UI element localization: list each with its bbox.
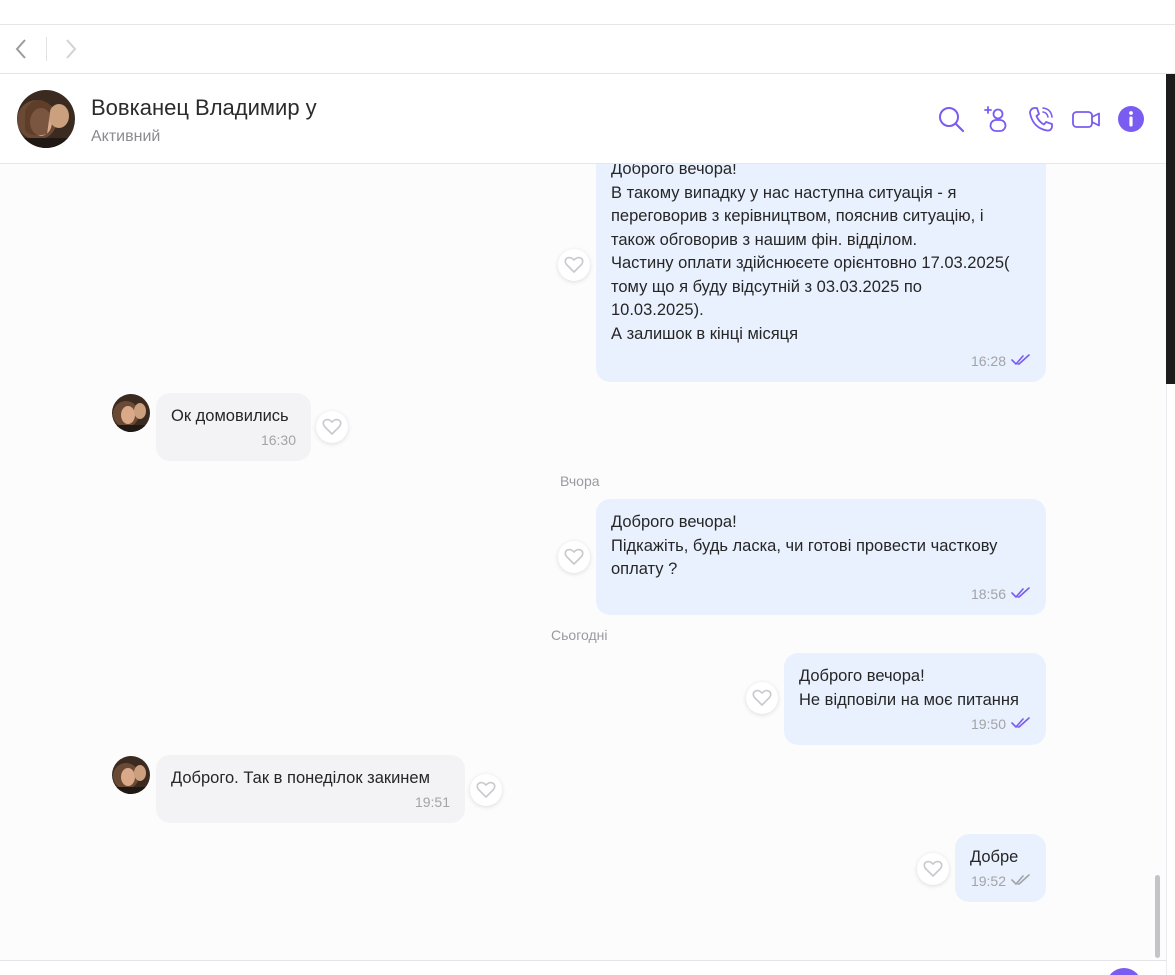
info-icon[interactable]	[1116, 104, 1146, 134]
like-heart-icon[interactable]	[746, 682, 778, 714]
forward-arrow-icon[interactable]	[60, 37, 82, 61]
contact-name[interactable]: Вовканец Владимир у	[91, 95, 317, 121]
message-meta: 18:56	[971, 583, 1031, 607]
message-meta: 19:52	[971, 870, 1031, 894]
read-ticks-icon	[1011, 350, 1031, 374]
nav-divider	[46, 37, 47, 61]
message-time: 19:52	[970, 872, 1006, 889]
chat-header: Вовканец Владимир у Активний	[0, 74, 1166, 164]
date-separator: Сьогодні	[551, 627, 608, 643]
like-heart-icon[interactable]	[917, 853, 949, 885]
like-heart-icon[interactable]	[316, 411, 348, 443]
video-call-icon[interactable]	[1071, 104, 1101, 134]
window-top-strip	[0, 0, 1175, 25]
read-ticks-icon	[1011, 583, 1031, 607]
composer-bar-edge	[0, 960, 1166, 975]
message-meta: 16:28	[971, 350, 1031, 374]
message-meta: 19:51	[415, 791, 450, 815]
add-participant-icon[interactable]	[981, 104, 1011, 134]
search-icon[interactable]	[936, 104, 966, 134]
call-icon[interactable]	[1026, 104, 1056, 134]
window-edge	[1166, 74, 1175, 384]
message-time: 19:51	[414, 793, 450, 810]
read-ticks-icon	[1011, 713, 1031, 737]
delivered-ticks-icon	[1011, 870, 1031, 894]
message-list[interactable]: Доброго вечора! В такому випадку у нас н…	[0, 164, 1160, 960]
back-arrow-icon[interactable]	[10, 37, 32, 61]
sender-avatar[interactable]	[112, 394, 150, 432]
message-bubble-incoming[interactable]: Доброго. Так в понеділок закинем 19:51	[156, 755, 465, 823]
message-time: 16:30	[260, 431, 296, 448]
contact-avatar[interactable]	[17, 90, 75, 148]
message-bubble-incoming[interactable]: Ок домовились 16:30	[156, 393, 311, 461]
message-meta: 19:50	[971, 713, 1031, 737]
message-bubble-outgoing[interactable]: Доброго вечора! Підкажіть, будь ласка, ч…	[596, 499, 1046, 615]
like-heart-icon[interactable]	[470, 774, 502, 806]
like-heart-icon[interactable]	[558, 249, 590, 281]
like-heart-icon[interactable]	[558, 541, 590, 573]
message-meta: 16:30	[261, 429, 296, 453]
message-bubble-outgoing[interactable]: Доброго вечора! В такому випадку у нас н…	[596, 164, 1046, 382]
message-text: Доброго. Так в понеділок закинем	[171, 769, 430, 787]
contact-status: Активний	[91, 128, 161, 145]
message-text: Доброго вечора! Не відповіли на моє пита…	[799, 667, 1019, 709]
message-text: Ок домовились	[171, 407, 289, 425]
side-panel-edge	[1166, 384, 1175, 975]
message-bubble-outgoing[interactable]: Доброго вечора! Не відповіли на моє пита…	[784, 653, 1046, 745]
chat-scrollbar[interactable]	[1155, 875, 1160, 958]
message-text: Доброго вечора! Підкажіть, будь ласка, ч…	[611, 513, 998, 578]
message-bubble-outgoing[interactable]: Добре 19:52	[955, 834, 1046, 902]
message-text: Добре	[970, 848, 1019, 866]
message-text: Доброго вечора! В такому випадку у нас н…	[611, 164, 1010, 343]
message-time: 19:50	[970, 715, 1006, 732]
sender-avatar[interactable]	[112, 756, 150, 794]
navigation-bar	[0, 25, 1175, 74]
date-separator: Вчора	[560, 473, 600, 489]
message-time: 18:56	[970, 585, 1006, 602]
message-time: 16:28	[970, 352, 1006, 369]
